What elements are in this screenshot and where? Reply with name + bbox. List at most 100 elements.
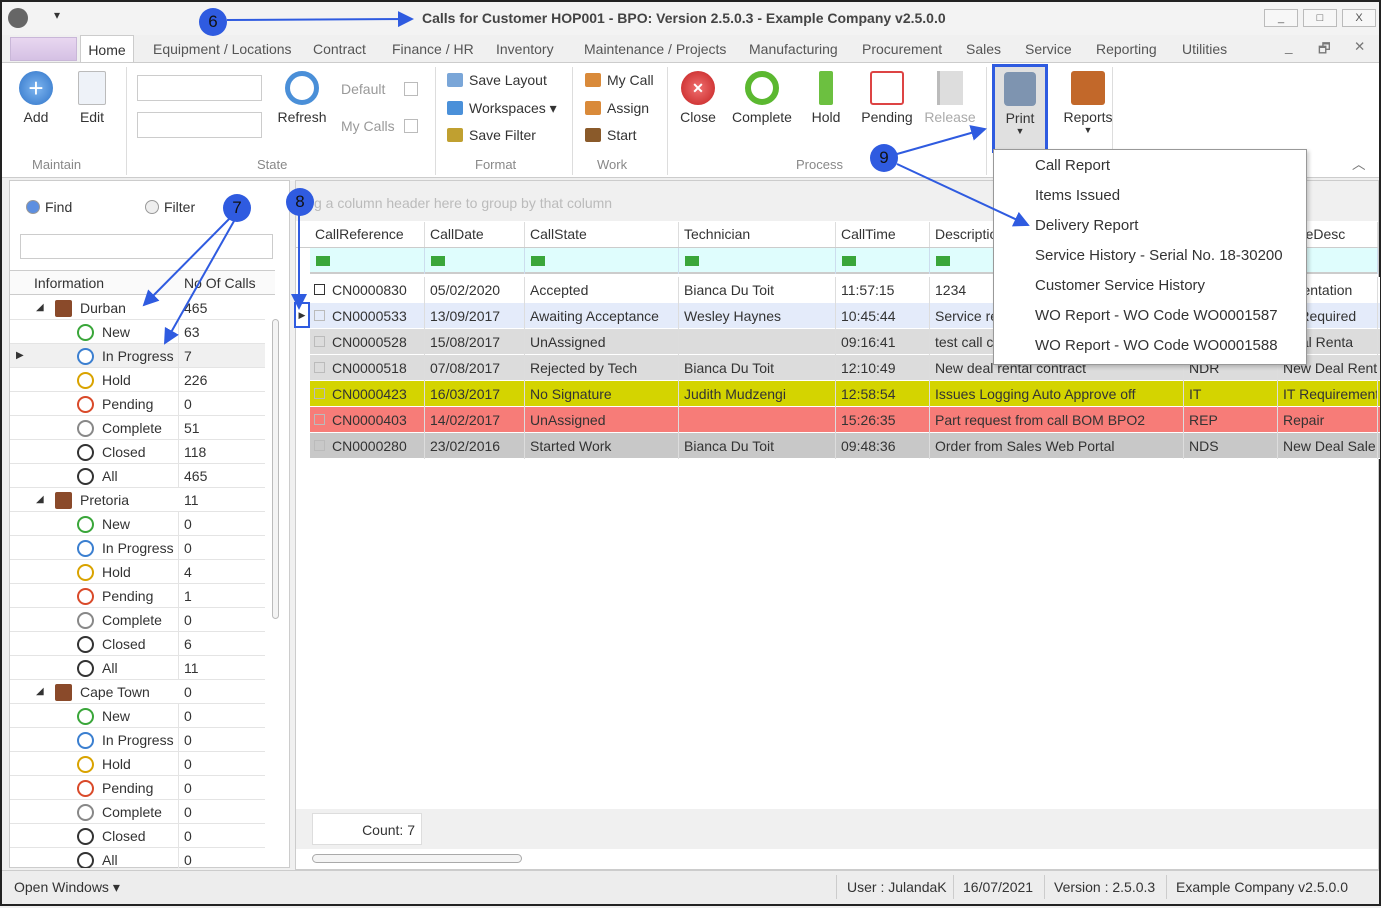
tree-state-hold[interactable]: Hold 226 — [10, 368, 265, 392]
expand-arrow-icon[interactable]: ◢ — [36, 494, 44, 505]
expand-plus-icon[interactable] — [314, 310, 325, 321]
column-header-technician[interactable]: Technician — [679, 222, 836, 247]
my-call-button[interactable]: My Call — [585, 72, 654, 88]
grid-row[interactable]: CN0000403 14/02/2017 UnAssigned 15:26:35 Par… — [310, 407, 1380, 433]
grid-row[interactable]: CN0000280 23/02/2016 Started Work Bianca Du… — [310, 433, 1380, 459]
save-layout-button[interactable]: Save Layout — [447, 72, 547, 88]
tab-service[interactable]: Service — [1025, 41, 1072, 57]
column-header-calltime[interactable]: CallTime — [836, 222, 930, 247]
horizontal-scrollbar[interactable] — [296, 849, 1378, 869]
workspaces-button[interactable]: Workspaces ▾ — [447, 100, 557, 117]
filter-cell[interactable] — [425, 248, 525, 274]
tree-branch-cape-town[interactable]: ◢ Cape Town 0 — [10, 680, 265, 704]
tree-branch-pretoria[interactable]: ◢ Pretoria 11 — [10, 488, 265, 512]
row-indicator-icon[interactable]: ▶ — [294, 302, 310, 328]
tree-state-new[interactable]: New 63 — [10, 320, 265, 344]
expand-plus-icon[interactable] — [314, 414, 325, 425]
pending-button[interactable]: Pending — [860, 71, 914, 125]
tree-state-complete[interactable]: Complete 0 — [10, 608, 265, 632]
tree-state-all[interactable]: All 11 — [10, 656, 265, 680]
expand-plus-icon[interactable] — [314, 440, 325, 451]
expand-plus-icon[interactable] — [314, 284, 325, 295]
tree-branch-durban[interactable]: ◢ Durban 465 — [10, 296, 265, 320]
expand-arrow-icon[interactable]: ◢ — [36, 302, 44, 313]
print-button[interactable]: Print ▼ — [992, 64, 1048, 153]
mdi-restore-icon[interactable]: 🗗 — [1318, 39, 1331, 62]
reports-button[interactable]: Reports ▼ — [1062, 71, 1114, 135]
tree-state-closed[interactable]: Closed 118 — [10, 440, 265, 464]
expand-plus-icon[interactable] — [314, 336, 325, 347]
header-no-of-calls[interactable]: No Of Calls — [184, 275, 256, 291]
start-button[interactable]: Start — [585, 127, 637, 143]
tree-scrollbar[interactable] — [270, 301, 280, 861]
open-windows-button[interactable]: Open Windows ▾ — [14, 879, 120, 896]
menu-item-wo-report-wo-code-wo0001587[interactable]: WO Report - WO Code WO0001587 — [1035, 307, 1278, 324]
refresh-button[interactable]: Refresh — [274, 71, 330, 125]
tab-equipment-locations[interactable]: Equipment / Locations — [153, 41, 292, 57]
assign-button[interactable]: Assign — [585, 100, 649, 116]
tree-state-closed[interactable]: Closed 0 — [10, 824, 265, 848]
header-information[interactable]: Information — [34, 275, 104, 291]
tree-state-in-progress[interactable]: ▶ In Progress 7 — [10, 344, 265, 368]
release-button[interactable]: Release — [924, 71, 976, 125]
tree-state-all[interactable]: All 0 — [10, 848, 265, 868]
tab-inventory[interactable]: Inventory — [496, 41, 554, 57]
tree-state-pending[interactable]: Pending 0 — [10, 392, 265, 416]
tree-state-pending[interactable]: Pending 0 — [10, 776, 265, 800]
tree-state-new[interactable]: New 0 — [10, 704, 265, 728]
minimize-button[interactable]: _ — [1264, 9, 1298, 27]
mdi-close-icon[interactable]: ✕ — [1354, 39, 1365, 55]
tab-maintenance-projects[interactable]: Maintenance / Projects — [584, 41, 726, 57]
mdi-minimize-icon[interactable]: _ — [1285, 39, 1293, 54]
tab-sales[interactable]: Sales — [966, 41, 1001, 57]
application-menu-button[interactable] — [10, 37, 77, 61]
filter-radio[interactable]: Filter — [145, 199, 195, 215]
filter-cell[interactable] — [525, 248, 679, 274]
maximize-button[interactable]: □ — [1303, 9, 1337, 27]
tree-state-hold[interactable]: Hold 0 — [10, 752, 265, 776]
state-combo-2[interactable] — [137, 112, 262, 138]
menu-item-customer-service-history[interactable]: Customer Service History — [1035, 277, 1205, 294]
save-filter-button[interactable]: Save Filter — [447, 127, 536, 143]
tab-home[interactable]: Home — [80, 35, 134, 63]
close-button[interactable]: X — [1342, 9, 1376, 27]
my-calls-checkbox[interactable] — [404, 119, 418, 133]
add-button[interactable]: + Add — [16, 71, 56, 125]
tree-state-pending[interactable]: Pending 1 — [10, 584, 265, 608]
tree-state-complete[interactable]: Complete 51 — [10, 416, 265, 440]
tab-contract[interactable]: Contract — [313, 41, 366, 57]
edit-button[interactable]: Edit — [72, 71, 112, 125]
tab-reporting[interactable]: Reporting — [1096, 41, 1157, 57]
menu-item-service-history-serial-no-18-30200[interactable]: Service History - Serial No. 18-30200 — [1035, 247, 1283, 264]
tab-manufacturing[interactable]: Manufacturing — [749, 41, 838, 57]
column-header-callreference[interactable]: CallReference — [310, 222, 425, 247]
tree-state-in-progress[interactable]: In Progress 0 — [10, 728, 265, 752]
app-logo-icon[interactable] — [8, 8, 28, 28]
complete-button[interactable]: Complete — [732, 71, 792, 125]
close-call-button[interactable]: ✕ Close — [678, 71, 718, 125]
filter-cell[interactable] — [679, 248, 836, 274]
expand-plus-icon[interactable] — [314, 362, 325, 373]
default-checkbox[interactable] — [404, 82, 418, 96]
state-combo-1[interactable] — [137, 75, 262, 101]
filter-cell[interactable] — [310, 248, 425, 274]
menu-item-items-issued[interactable]: Items Issued — [1035, 187, 1120, 204]
quick-access-dropdown-icon[interactable]: ▾ — [54, 8, 60, 22]
menu-item-wo-report-wo-code-wo0001588[interactable]: WO Report - WO Code WO0001588 — [1035, 337, 1278, 354]
search-input[interactable] — [20, 234, 273, 259]
tree-state-all[interactable]: All 465 — [10, 464, 265, 488]
find-radio[interactable]: Find — [26, 199, 72, 215]
tree-state-hold[interactable]: Hold 4 — [10, 560, 265, 584]
column-header-calldate[interactable]: CallDate — [425, 222, 525, 247]
tree-state-in-progress[interactable]: In Progress 0 — [10, 536, 265, 560]
menu-item-call-report[interactable]: Call Report — [1035, 157, 1110, 174]
tab-procurement[interactable]: Procurement — [862, 41, 942, 57]
hold-button[interactable]: Hold — [808, 71, 844, 125]
collapse-ribbon-icon[interactable]: ︿ — [1352, 153, 1366, 173]
expand-arrow-icon[interactable]: ◢ — [36, 686, 44, 697]
tree-state-closed[interactable]: Closed 6 — [10, 632, 265, 656]
tree-state-new[interactable]: New 0 — [10, 512, 265, 536]
tab-finance-hr[interactable]: Finance / HR — [392, 41, 474, 57]
filter-cell[interactable] — [836, 248, 930, 274]
menu-item-delivery-report[interactable]: Delivery Report — [1035, 217, 1138, 234]
